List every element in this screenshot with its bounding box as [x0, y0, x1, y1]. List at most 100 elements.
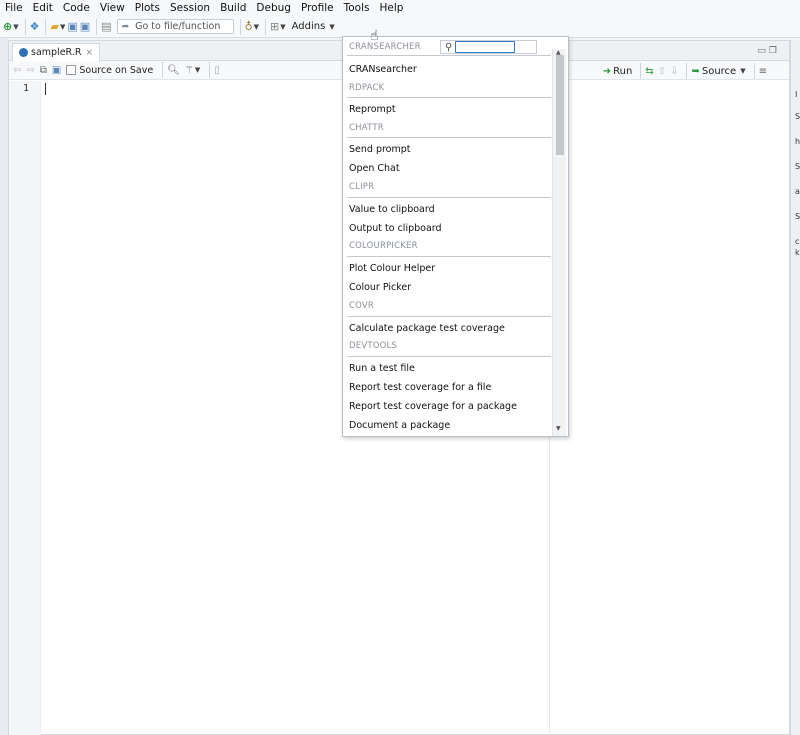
menu-item-document-package[interactable]: Document a package [349, 420, 450, 432]
open-file-button[interactable]: ▰ ▼ [50, 18, 65, 36]
addins-label: Addins [291, 21, 326, 32]
run-area: ➜ Run ⇆ ⇧ ⇩ ➥ Source ▼ ≡ [603, 63, 771, 79]
menu-code[interactable]: Code [58, 0, 95, 16]
clipped-text: a [795, 187, 800, 196]
maximize-pane-icon[interactable]: ❐ [769, 46, 777, 56]
addins-search-input[interactable] [455, 41, 516, 53]
git-icon: ♁ [244, 20, 253, 33]
menu-item-cransearcher[interactable]: CRANsearcher [349, 64, 417, 76]
menu-scrollbar[interactable]: ▲ ▼ [552, 49, 566, 436]
menu-debug[interactable]: Debug [251, 0, 296, 16]
code-tools-button[interactable]: ⚚ ▼ [185, 65, 200, 76]
menu-item-colour-picker[interactable]: Colour Picker [349, 282, 411, 294]
compile-report-button[interactable]: ▯ [214, 65, 220, 76]
git-button[interactable]: ♁ ▼ [245, 18, 259, 36]
search-icon: 🔍︎ [167, 64, 180, 76]
source-icon: ➥ [691, 65, 700, 77]
back-button[interactable]: ⇦ [13, 65, 21, 76]
next-section-button[interactable]: ⇩ [670, 66, 678, 77]
open-project-button[interactable]: ❖ [30, 18, 40, 36]
find-button[interactable]: 🔍︎ [167, 65, 180, 76]
main-toolbar: ⊕ ▼ ❖ ▰ ▼ ▣ ▣ ▤ ➦ Go to file/function ♁ ▼ ⊞ ▼… [0, 16, 800, 38]
menu-item-run-test-file[interactable]: Run a test file [349, 363, 415, 375]
menu-item-send-prompt[interactable]: Send prompt [349, 144, 411, 156]
source-label: Source [701, 65, 737, 77]
clipped-text: k [795, 248, 800, 257]
prev-section-button[interactable]: ⇧ [658, 66, 666, 77]
print-button[interactable]: ▤ [101, 18, 111, 36]
goto-file-function[interactable]: ➦ Go to file/function [116, 18, 234, 36]
chevron-down-icon: ▼ [59, 22, 66, 31]
chevron-down-icon: ▼ [253, 22, 260, 31]
menu-profile[interactable]: Profile [296, 0, 339, 16]
menu-separator [347, 55, 551, 56]
menu-build[interactable]: Build [215, 0, 251, 16]
source-on-save-toggle[interactable]: Source on Save [66, 65, 153, 76]
menu-item-coverage-package[interactable]: Report test coverage for a package [349, 401, 517, 413]
menu-view[interactable]: View [95, 0, 130, 16]
show-in-window-button[interactable]: ⧉ [40, 65, 47, 76]
print-icon: ▤ [101, 20, 112, 33]
menu-item-output-to-clipboard[interactable]: Output to clipboard [349, 223, 442, 235]
addins-dropdown: CRANSEARCHER ⚲ CRANsearcher RDPACK Repro… [342, 36, 569, 437]
minimize-pane-icon[interactable]: ▭ [758, 46, 767, 56]
clipped-text: h [795, 137, 800, 146]
notebook-icon: ▯ [214, 64, 220, 76]
save-button[interactable]: ▣ [67, 18, 77, 36]
section-header-cransearcher: CRANSEARCHER [349, 42, 421, 52]
section-header-rdpack: RDPACK [349, 83, 385, 93]
toolbar-separator [265, 18, 267, 35]
forward-button[interactable]: ⇨ [26, 65, 34, 76]
file-tab-label: sampleR.R [31, 47, 82, 58]
chevron-down-icon: ▼ [740, 67, 746, 75]
menu-item-reprompt[interactable]: Reprompt [349, 104, 396, 116]
clipped-text: S [795, 162, 800, 171]
save-icon: ▣ [51, 64, 62, 76]
clipped-text: I [795, 90, 798, 99]
toolbar-separator [162, 62, 164, 78]
menu-edit[interactable]: Edit [28, 0, 58, 16]
rerun-button[interactable]: ⇆ [645, 66, 653, 77]
clipped-text: S [795, 212, 800, 221]
new-file-button[interactable]: ⊕ ▼ [3, 18, 19, 36]
popout-icon: ⧉ [39, 64, 47, 76]
section-header-chattr: CHATTR [349, 123, 384, 133]
addins-search-box[interactable]: ⚲ [440, 40, 537, 54]
menu-item-coverage-file[interactable]: Report test coverage for a file [349, 382, 491, 394]
layout-button[interactable]: ⊞ ▼ [270, 18, 286, 36]
run-button[interactable]: ➜ Run [603, 66, 633, 77]
menu-item-value-to-clipboard[interactable]: Value to clipboard [349, 204, 435, 216]
toolbar-separator [209, 62, 211, 78]
chevron-down-icon: ▼ [13, 22, 19, 31]
scrollbar-thumb[interactable] [556, 55, 564, 155]
scroll-down-icon[interactable]: ▼ [556, 425, 561, 432]
save-all-button[interactable]: ▣ [80, 18, 90, 36]
chevron-down-icon: ▼ [194, 66, 201, 74]
checkbox[interactable] [66, 65, 77, 75]
menu-bar: File Edit Code View Plots Session Build … [0, 0, 800, 16]
section-header-covr: COVR [349, 301, 374, 311]
toolbar-separator [753, 63, 755, 79]
menu-item-open-chat[interactable]: Open Chat [349, 163, 400, 175]
r-file-icon [19, 48, 28, 57]
close-icon[interactable]: × [85, 48, 93, 58]
new-file-icon: ⊕ [3, 20, 13, 33]
toolbar-separator [96, 18, 98, 35]
menu-separator [347, 256, 551, 257]
menu-help[interactable]: Help [374, 0, 408, 16]
menu-file[interactable]: File [0, 0, 28, 16]
menu-session[interactable]: Session [165, 0, 215, 16]
text-cursor [45, 83, 46, 95]
addins-button[interactable]: Addins ▼ [292, 18, 335, 36]
file-tab[interactable]: sampleR.R × [12, 43, 100, 61]
menu-tools[interactable]: Tools [339, 0, 375, 16]
source-button[interactable]: ➥ Source ▼ [691, 66, 745, 77]
menu-item-calculate-coverage[interactable]: Calculate package test coverage [349, 323, 505, 335]
outline-button[interactable]: ≡ [759, 66, 767, 77]
run-icon: ➜ [602, 65, 612, 77]
menu-item-plot-colour-helper[interactable]: Plot Colour Helper [349, 263, 435, 275]
goto-file-input[interactable]: ➦ Go to file/function [116, 19, 234, 34]
toolbar-separator [239, 18, 241, 35]
menu-plots[interactable]: Plots [130, 0, 165, 16]
editor-save-button[interactable]: ▣ [52, 65, 61, 76]
